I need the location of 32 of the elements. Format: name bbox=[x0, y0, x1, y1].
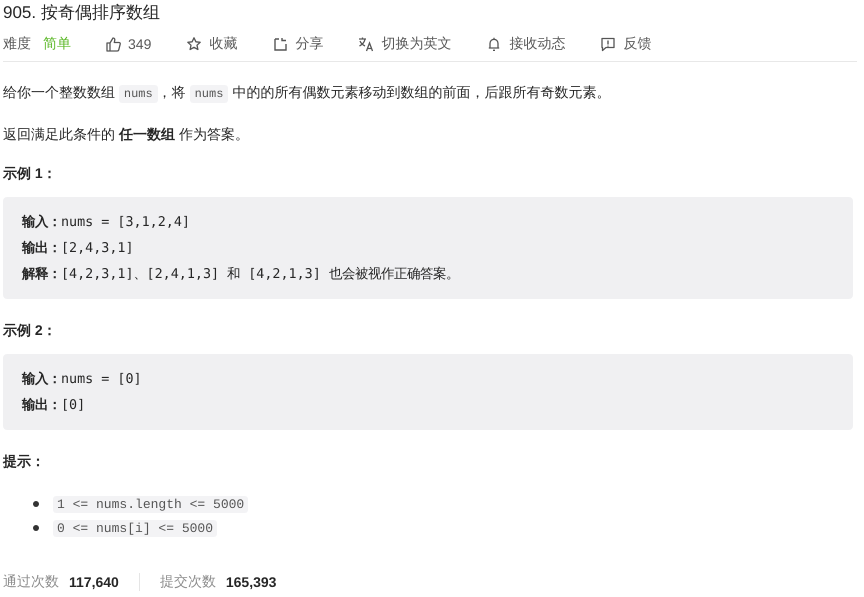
description-paragraph: 返回满足此条件的 任一数组 作为答案。 bbox=[3, 125, 250, 144]
example-line: 输入：nums = [3,1,2,4] bbox=[22, 213, 191, 232]
bullet-icon bbox=[33, 501, 39, 507]
action-button[interactable]: 分享 bbox=[272, 35, 324, 53]
example-line: 输入：nums = [0] bbox=[22, 370, 143, 389]
example-line: 输出：[0] bbox=[22, 396, 86, 415]
stat-label: 通过次数 bbox=[3, 573, 59, 591]
hints-heading: 提示： bbox=[3, 452, 46, 471]
bullet-icon bbox=[33, 525, 39, 531]
constraint-code: 0 <= nums[i] <= 5000 bbox=[53, 520, 218, 536]
star-icon bbox=[186, 36, 202, 52]
share-icon bbox=[272, 36, 288, 52]
difficulty-label: 难度 bbox=[3, 35, 31, 53]
example-heading: 示例 1： bbox=[3, 164, 58, 183]
example-line: 解释：[4,2,3,1]、[2,4,1,3] 和 [4,2,1,3] 也会被视作正确答案。 bbox=[22, 265, 460, 284]
description-paragraph: 给你一个整数数组 nums ，将 nums 中的的所有偶数元素移动到数组的前面，后跟所有奇数元素。 bbox=[3, 83, 612, 105]
stat-value: 165,393 bbox=[226, 574, 276, 590]
translate-icon bbox=[358, 36, 374, 52]
action-button[interactable]: 反馈 bbox=[600, 35, 652, 53]
action-button[interactable]: 收藏 bbox=[186, 35, 238, 53]
feedback-icon bbox=[600, 36, 616, 52]
action-button[interactable]: 接收动态 bbox=[486, 35, 566, 53]
difficulty-tag: 简单 bbox=[43, 35, 71, 53]
problem-title: 905. 按奇偶排序数组 bbox=[3, 2, 161, 24]
example-heading: 示例 2： bbox=[3, 321, 58, 340]
thumbs-up-icon bbox=[105, 36, 121, 52]
constraint-code: 1 <= nums.length <= 5000 bbox=[53, 496, 248, 512]
stat-label: 提交次数 bbox=[160, 573, 216, 591]
like-button[interactable]: 349 bbox=[105, 36, 152, 52]
stat-value: 117,640 bbox=[69, 574, 119, 590]
example-line: 输出：[2,4,3,1] bbox=[22, 239, 135, 258]
action-button[interactable]: 切换为英文 bbox=[358, 35, 452, 53]
